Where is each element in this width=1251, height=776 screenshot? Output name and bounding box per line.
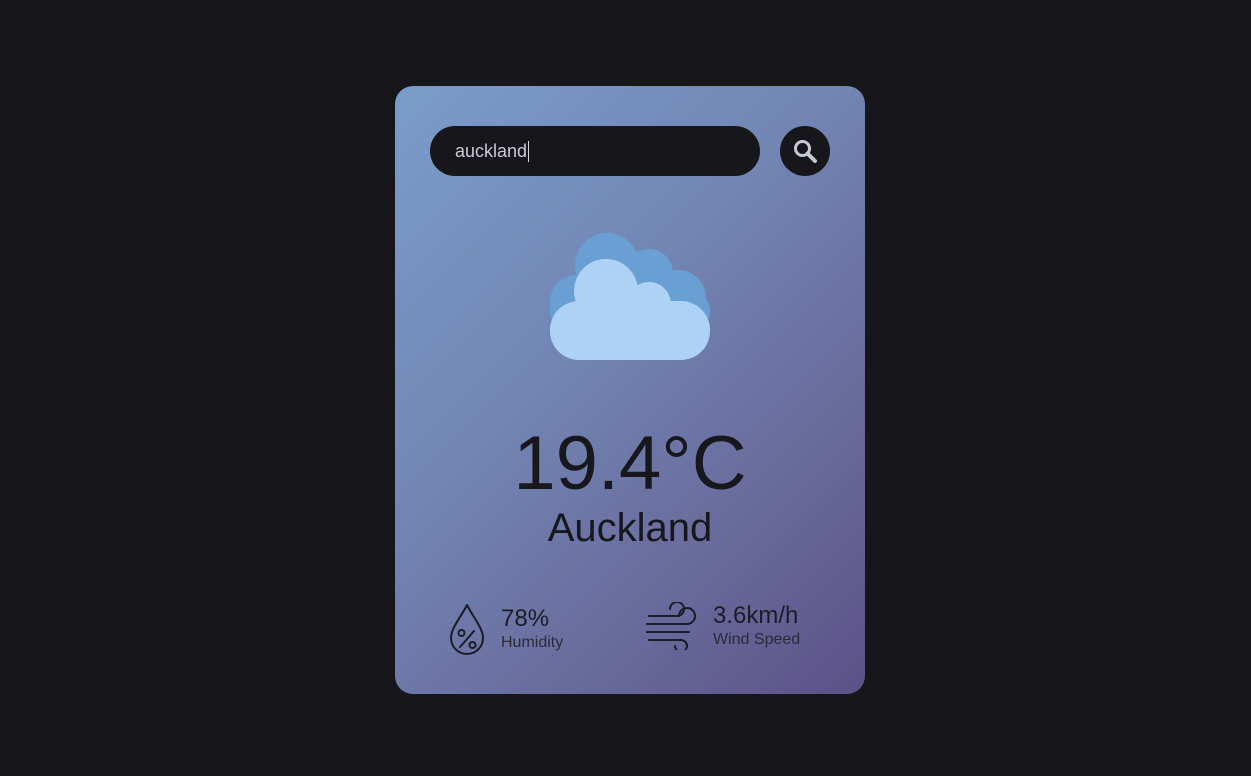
city-name: Auckland (547, 506, 713, 550)
wind-speed-label: Wind Speed (713, 631, 801, 648)
wind-icon (646, 602, 696, 650)
text-caret (528, 140, 530, 162)
temperature: 19.4°C (513, 421, 747, 506)
humidity-label: Humidity (501, 634, 564, 651)
humidity-stat: 78% Humidity (447, 602, 563, 656)
humidity-icon (450, 604, 484, 655)
wind-stat: 3.6km/h Wind Speed (645, 602, 800, 650)
weather-card: auckland 19.4°C Auckland 78% Humidity 3.… (395, 86, 865, 694)
search-icon (794, 140, 817, 163)
wind-speed-value: 3.6km/h (713, 602, 799, 629)
search-input-value[interactable]: auckland (455, 142, 527, 160)
cloud-icon (550, 233, 710, 360)
humidity-value: 78% (501, 605, 550, 632)
search-button[interactable] (780, 126, 830, 176)
search-input[interactable]: auckland (430, 126, 760, 176)
